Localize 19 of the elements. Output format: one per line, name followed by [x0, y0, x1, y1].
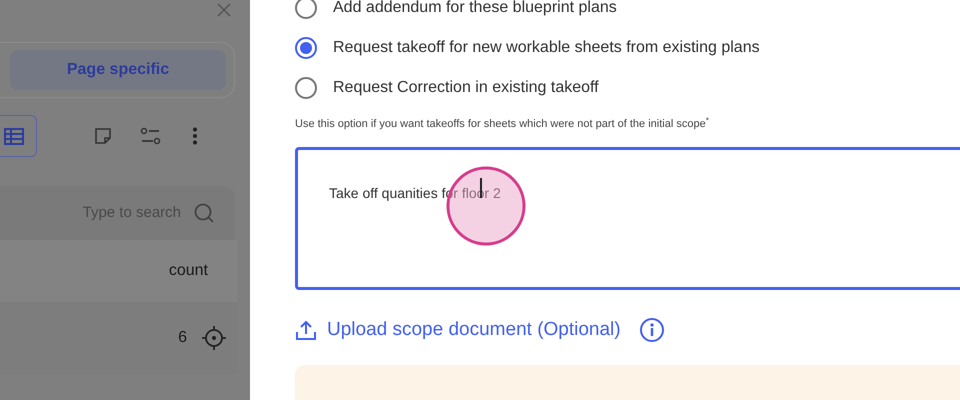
radio-button[interactable] — [295, 0, 317, 19]
option-label[interactable]: Add addendum for these blueprint plans — [333, 0, 617, 20]
table-view-button[interactable] — [0, 115, 37, 157]
info-icon[interactable] — [638, 317, 665, 344]
note-icon[interactable] — [94, 127, 112, 145]
crosshair-icon[interactable] — [201, 325, 227, 351]
upload-icon — [295, 319, 317, 342]
radio-button[interactable] — [295, 37, 317, 59]
radio-button[interactable] — [295, 77, 317, 99]
filter-icon[interactable] — [140, 127, 162, 145]
option-label[interactable]: Request Correction in existing takeoff — [333, 76, 599, 100]
more-icon[interactable] — [192, 127, 198, 145]
table-icon — [4, 128, 24, 144]
hint-text: Use this option if you want takeoffs for sheets which were not part of the initial scope$^{*}$ — [295, 116, 710, 132]
column-header: count — [168, 261, 208, 281]
option-label[interactable]: Request takeoff for new workable sheets from existing plans — [333, 36, 760, 60]
search-icon — [193, 202, 215, 224]
table-cell-text: 6 — [178, 328, 187, 348]
upload-link[interactable]: Upload scope document (Optional) — [327, 316, 621, 345]
